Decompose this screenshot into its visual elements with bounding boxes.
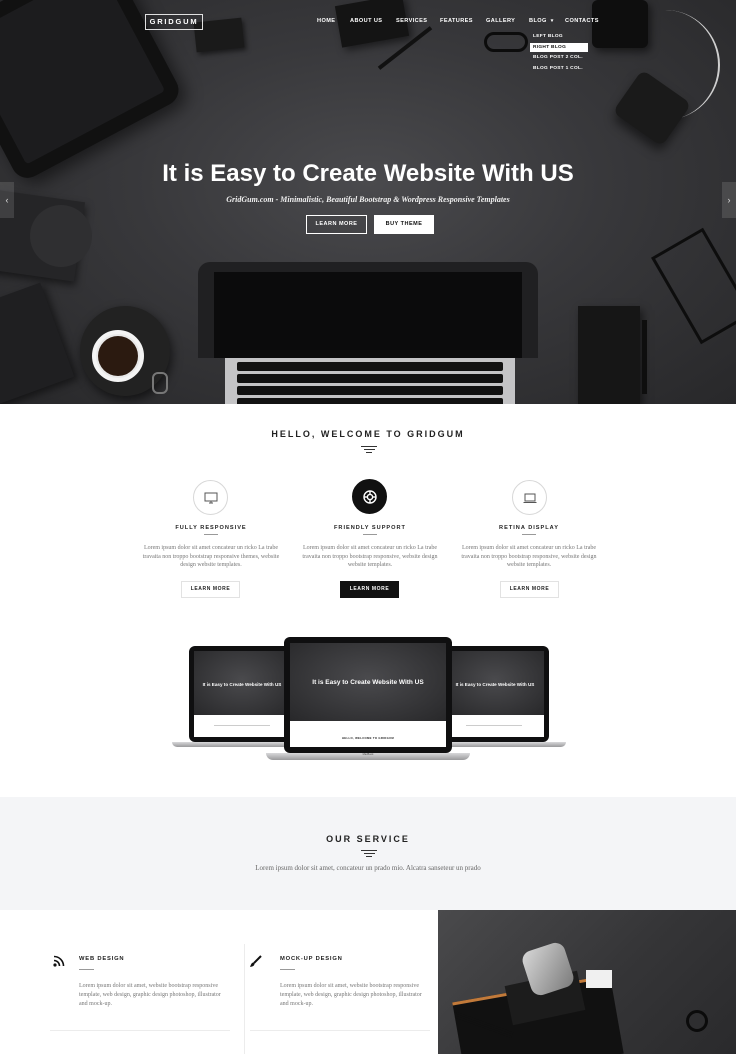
service-divider (79, 969, 94, 970)
feature-text-retina: Lorem ipsum dolor sit amet concateur un … (461, 545, 597, 569)
hero-section: GRIDGUM HOME ABOUT US SERVICES FEATURES … (0, 0, 736, 404)
navbar: GRIDGUM HOME ABOUT US SERVICES FEATURES … (0, 0, 736, 44)
chevron-down-icon: ▾ (550, 18, 554, 24)
service-title: OUR SERVICE (326, 834, 410, 844)
right-laptop-screen: It is Easy to Create Website With US (441, 646, 549, 742)
dropdown-item-right-blog[interactable]: RIGHT BLOG (530, 42, 588, 52)
rss-icon (53, 955, 65, 970)
center-laptop-screen: It is Easy to Create Website With US HEL… (284, 637, 452, 753)
hero-learn-more-button[interactable]: LEARN MORE (306, 215, 367, 234)
nav-features[interactable]: FEATURES (440, 18, 473, 28)
feature-text-responsive: Lorem ipsum dolor sit amet concateur un … (142, 545, 280, 569)
laptop-icon (512, 480, 547, 515)
laptop-label: MacBook (362, 753, 374, 756)
service-photo (438, 910, 736, 1054)
brush-icon (249, 955, 262, 971)
nav-blog[interactable]: BLOG ▾ (529, 18, 554, 28)
lifebuoy-icon (352, 479, 387, 514)
buy-theme-button[interactable]: BUY THEME (374, 215, 434, 234)
device-hero-title: It is Easy to Create Website With US (455, 682, 535, 687)
nav-contacts[interactable]: CONTACTS (565, 18, 599, 28)
feature-title-support: FRIENDLY SUPPORT (334, 525, 406, 531)
dropdown-item-blog-post-1-col[interactable]: BLOG POST 1 COL. (530, 64, 588, 73)
center-laptop-base: MacBook (266, 753, 470, 760)
frame-prop (651, 227, 736, 345)
service-title-mockup-design: MOCK-UP DESIGN (280, 956, 343, 962)
left-laptop-screen: It is Easy to Create Website With US (189, 646, 295, 742)
slider-next-arrow-icon[interactable]: › (722, 182, 736, 218)
feature-divider (363, 534, 377, 535)
nav-services[interactable]: SERVICES (396, 18, 427, 28)
logo[interactable]: GRIDGUM (145, 14, 203, 30)
device-hero-title: It is Easy to Create Website With US (202, 682, 282, 687)
feature-text-support: Lorem ipsum dolor sit amet concateur un … (302, 545, 438, 569)
title-divider-icon (361, 850, 377, 859)
blog-dropdown-menu: LEFT BLOG RIGHT BLOG BLOG POST 2 COL. BL… (530, 32, 588, 74)
welcome-title: HELLO, WELCOME TO GRIDGUM (271, 429, 465, 439)
service-text-web-design: Lorem ipsum dolor sit amet, website boot… (79, 983, 221, 1007)
coffee-prop (98, 336, 138, 376)
paperclip-prop (152, 372, 168, 394)
slider-prev-arrow-icon[interactable]: ‹ (0, 182, 14, 218)
feature-title-responsive: FULLY RESPONSIVE (175, 525, 247, 531)
service-text-mockup-design: Lorem ipsum dolor sit amet, website boot… (280, 983, 422, 1007)
laptop-keyboard-prop (225, 358, 515, 404)
notebook-right-prop (578, 306, 640, 404)
service-text: Lorem ipsum dolor sit amet, concateur un… (255, 864, 481, 872)
nav-about-us[interactable]: ABOUT US (350, 18, 382, 28)
device-hero-title: It is Easy to Create Website With US (312, 679, 424, 686)
book-prop (0, 282, 75, 404)
hero-title: It is Easy to Create Website With US (162, 160, 574, 187)
disc-prop (30, 205, 92, 267)
nav-blog-label: BLOG (529, 18, 547, 24)
service-row-divider (50, 1030, 230, 1031)
dropdown-item-blog-post-2-col[interactable]: BLOG POST 2 COL. (530, 53, 588, 62)
device-welcome-caption: HELLO, WELCOME TO GRIDGUM (341, 736, 395, 740)
learn-more-button-retina[interactable]: LEARN MORE (500, 581, 559, 598)
feature-divider (204, 534, 218, 535)
learn-more-button-support[interactable]: LEARN MORE (340, 581, 399, 598)
pencil-prop (642, 320, 647, 394)
laptop-lid-prop (198, 262, 538, 358)
service-divider (280, 969, 295, 970)
monitor-icon (193, 480, 228, 515)
nav-gallery[interactable]: GALLERY (486, 18, 515, 28)
dropdown-item-left-blog[interactable]: LEFT BLOG (530, 32, 588, 41)
hero-subtitle: GridGum.com - Minimalistic, Beautiful Bo… (226, 195, 510, 204)
service-title-web-design: WEB DESIGN (79, 956, 125, 962)
service-row-divider (250, 1030, 430, 1031)
title-divider-icon (361, 446, 377, 455)
nav-home[interactable]: HOME (317, 18, 335, 28)
service-column-divider (244, 944, 245, 1054)
feature-title-retina: RETINA DISPLAY (499, 525, 559, 531)
feature-divider (522, 534, 536, 535)
learn-more-button-responsive[interactable]: LEARN MORE (181, 581, 240, 598)
